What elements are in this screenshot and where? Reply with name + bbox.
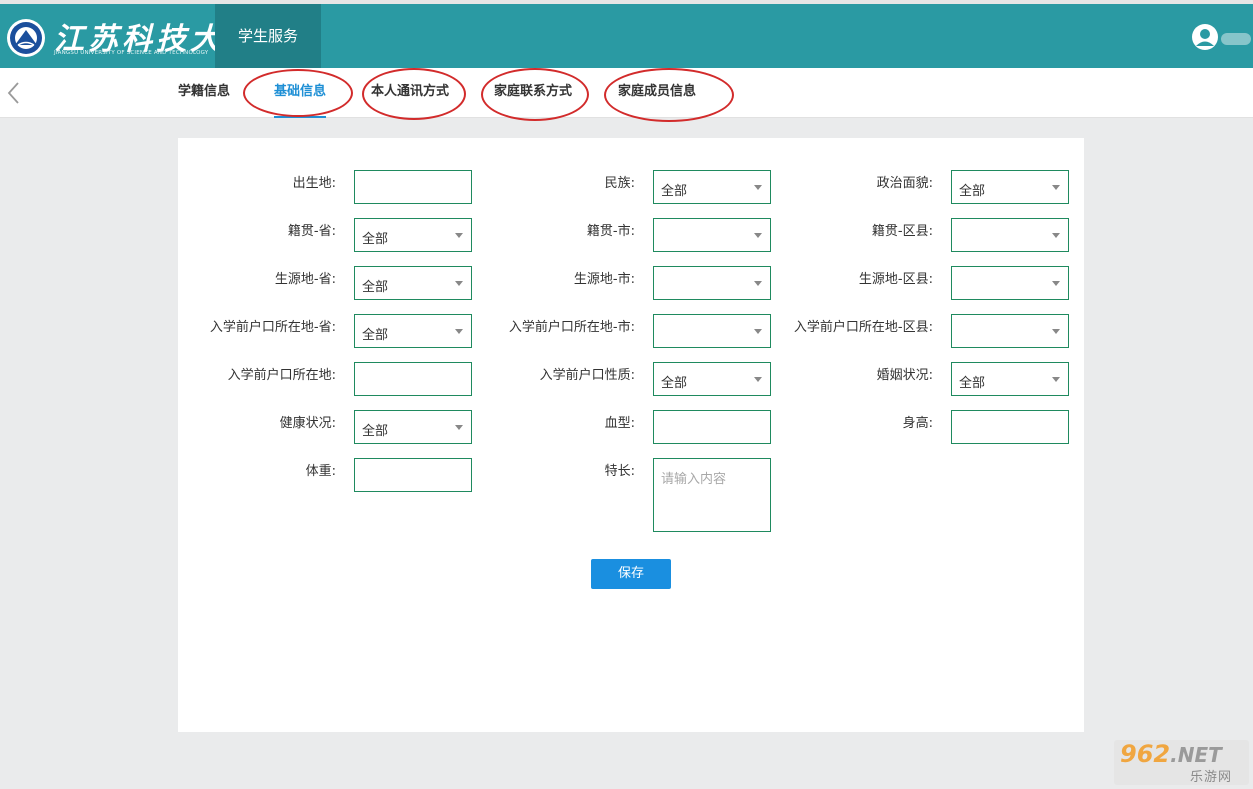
origin-province-label: 生源地-省:: [274, 272, 336, 287]
header-bar: 江苏科技大学 JIANGSU UNIVERSITY OF SCIENCE AND…: [0, 4, 1253, 68]
household-type-label: 入学前户口性质:: [539, 368, 635, 383]
household-type-select[interactable]: 全部: [653, 362, 771, 396]
blood-type-label: 血型:: [604, 416, 635, 431]
dropdown-caret-icon: [1052, 329, 1060, 334]
weight-input[interactable]: [354, 458, 472, 492]
native-county-label: 籍贯-区县:: [871, 224, 933, 239]
dropdown-caret-icon: [1052, 233, 1060, 238]
specialty-label: 特长:: [604, 464, 635, 479]
tab-family-contact[interactable]: 家庭联系方式: [494, 68, 572, 118]
dropdown-caret-icon: [455, 425, 463, 430]
height-label: 身高:: [902, 416, 933, 431]
dropdown-caret-icon: [754, 377, 762, 382]
logo-subtitle: JIANGSU UNIVERSITY OF SCIENCE AND TECHNO…: [54, 50, 209, 56]
tab-personal-contact[interactable]: 本人通讯方式: [371, 68, 449, 118]
save-button[interactable]: 保存: [591, 559, 671, 589]
emblem-icon: [7, 19, 45, 57]
birthplace-label: 出生地:: [292, 176, 336, 191]
native-province-label: 籍贯-省:: [287, 224, 336, 239]
tab-basic-info[interactable]: 基础信息: [274, 68, 327, 118]
weight-label: 体重:: [305, 464, 336, 479]
household-address-input[interactable]: [354, 362, 472, 396]
household-city-select[interactable]: [653, 314, 771, 348]
health-status-select[interactable]: 全部: [354, 410, 472, 444]
tab-student-status[interactable]: 学籍信息: [178, 68, 230, 118]
watermark-net: .NET: [1170, 743, 1222, 767]
dropdown-caret-icon: [754, 233, 762, 238]
watermark-number: 962: [1120, 740, 1171, 768]
specialty-textarea[interactable]: 请输入内容: [653, 458, 771, 532]
sub-navigation: 学籍信息 基础信息 本人通讯方式 家庭联系方式 家庭成员信息: [0, 68, 1253, 122]
dropdown-caret-icon: [1052, 185, 1060, 190]
household-province-select[interactable]: 全部: [354, 314, 472, 348]
ethnicity-select[interactable]: 全部: [653, 170, 771, 204]
political-status-label: 政治面貌:: [876, 176, 933, 191]
origin-city-select[interactable]: [653, 266, 771, 300]
basic-info-form: 出生地: 民族: 全部 政治面貌: 全部 籍贯-省: 全部 籍贯-市: 籍贯-区…: [178, 138, 1084, 732]
dropdown-caret-icon: [754, 329, 762, 334]
specialty-placeholder: 请输入内容: [661, 472, 727, 487]
user-avatar-icon[interactable]: [1191, 23, 1219, 51]
dropdown-caret-icon: [1052, 281, 1060, 286]
health-status-label: 健康状况:: [279, 416, 336, 431]
native-province-select[interactable]: 全部: [354, 218, 472, 252]
dropdown-caret-icon: [754, 281, 762, 286]
native-city-select[interactable]: [653, 218, 771, 252]
watermark-logo: 962.NET 乐游网: [1114, 740, 1249, 785]
origin-city-label: 生源地-市:: [573, 272, 635, 287]
dropdown-caret-icon: [455, 329, 463, 334]
username-blurred[interactable]: [1221, 33, 1251, 45]
native-county-select[interactable]: [951, 218, 1069, 252]
height-input[interactable]: [951, 410, 1069, 444]
watermark-site: 乐游网: [1190, 770, 1233, 785]
native-city-label: 籍贯-市:: [586, 224, 635, 239]
blood-type-input[interactable]: [653, 410, 771, 444]
household-county-label: 入学前户口所在地-区县:: [793, 320, 933, 335]
dropdown-caret-icon: [455, 233, 463, 238]
birthplace-input[interactable]: [354, 170, 472, 204]
origin-county-select[interactable]: [951, 266, 1069, 300]
household-county-select[interactable]: [951, 314, 1069, 348]
nav-student-service[interactable]: 学生服务: [215, 4, 321, 68]
dropdown-caret-icon: [455, 281, 463, 286]
dropdown-caret-icon: [1052, 377, 1060, 382]
marital-status-select[interactable]: 全部: [951, 362, 1069, 396]
tab-family-members[interactable]: 家庭成员信息: [618, 68, 696, 118]
household-city-label: 入学前户口所在地-市:: [508, 320, 635, 335]
ethnicity-label: 民族:: [604, 176, 635, 191]
university-logo[interactable]: 江苏科技大学 JIANGSU UNIVERSITY OF SCIENCE AND…: [6, 12, 254, 62]
marital-status-label: 婚姻状况:: [876, 368, 933, 383]
household-address-label: 入学前户口所在地:: [227, 368, 336, 383]
back-chevron-icon[interactable]: [6, 81, 22, 105]
origin-province-select[interactable]: 全部: [354, 266, 472, 300]
origin-county-label: 生源地-区县:: [858, 272, 933, 287]
household-province-label: 入学前户口所在地-省:: [209, 320, 336, 335]
dropdown-caret-icon: [754, 185, 762, 190]
political-status-select[interactable]: 全部: [951, 170, 1069, 204]
